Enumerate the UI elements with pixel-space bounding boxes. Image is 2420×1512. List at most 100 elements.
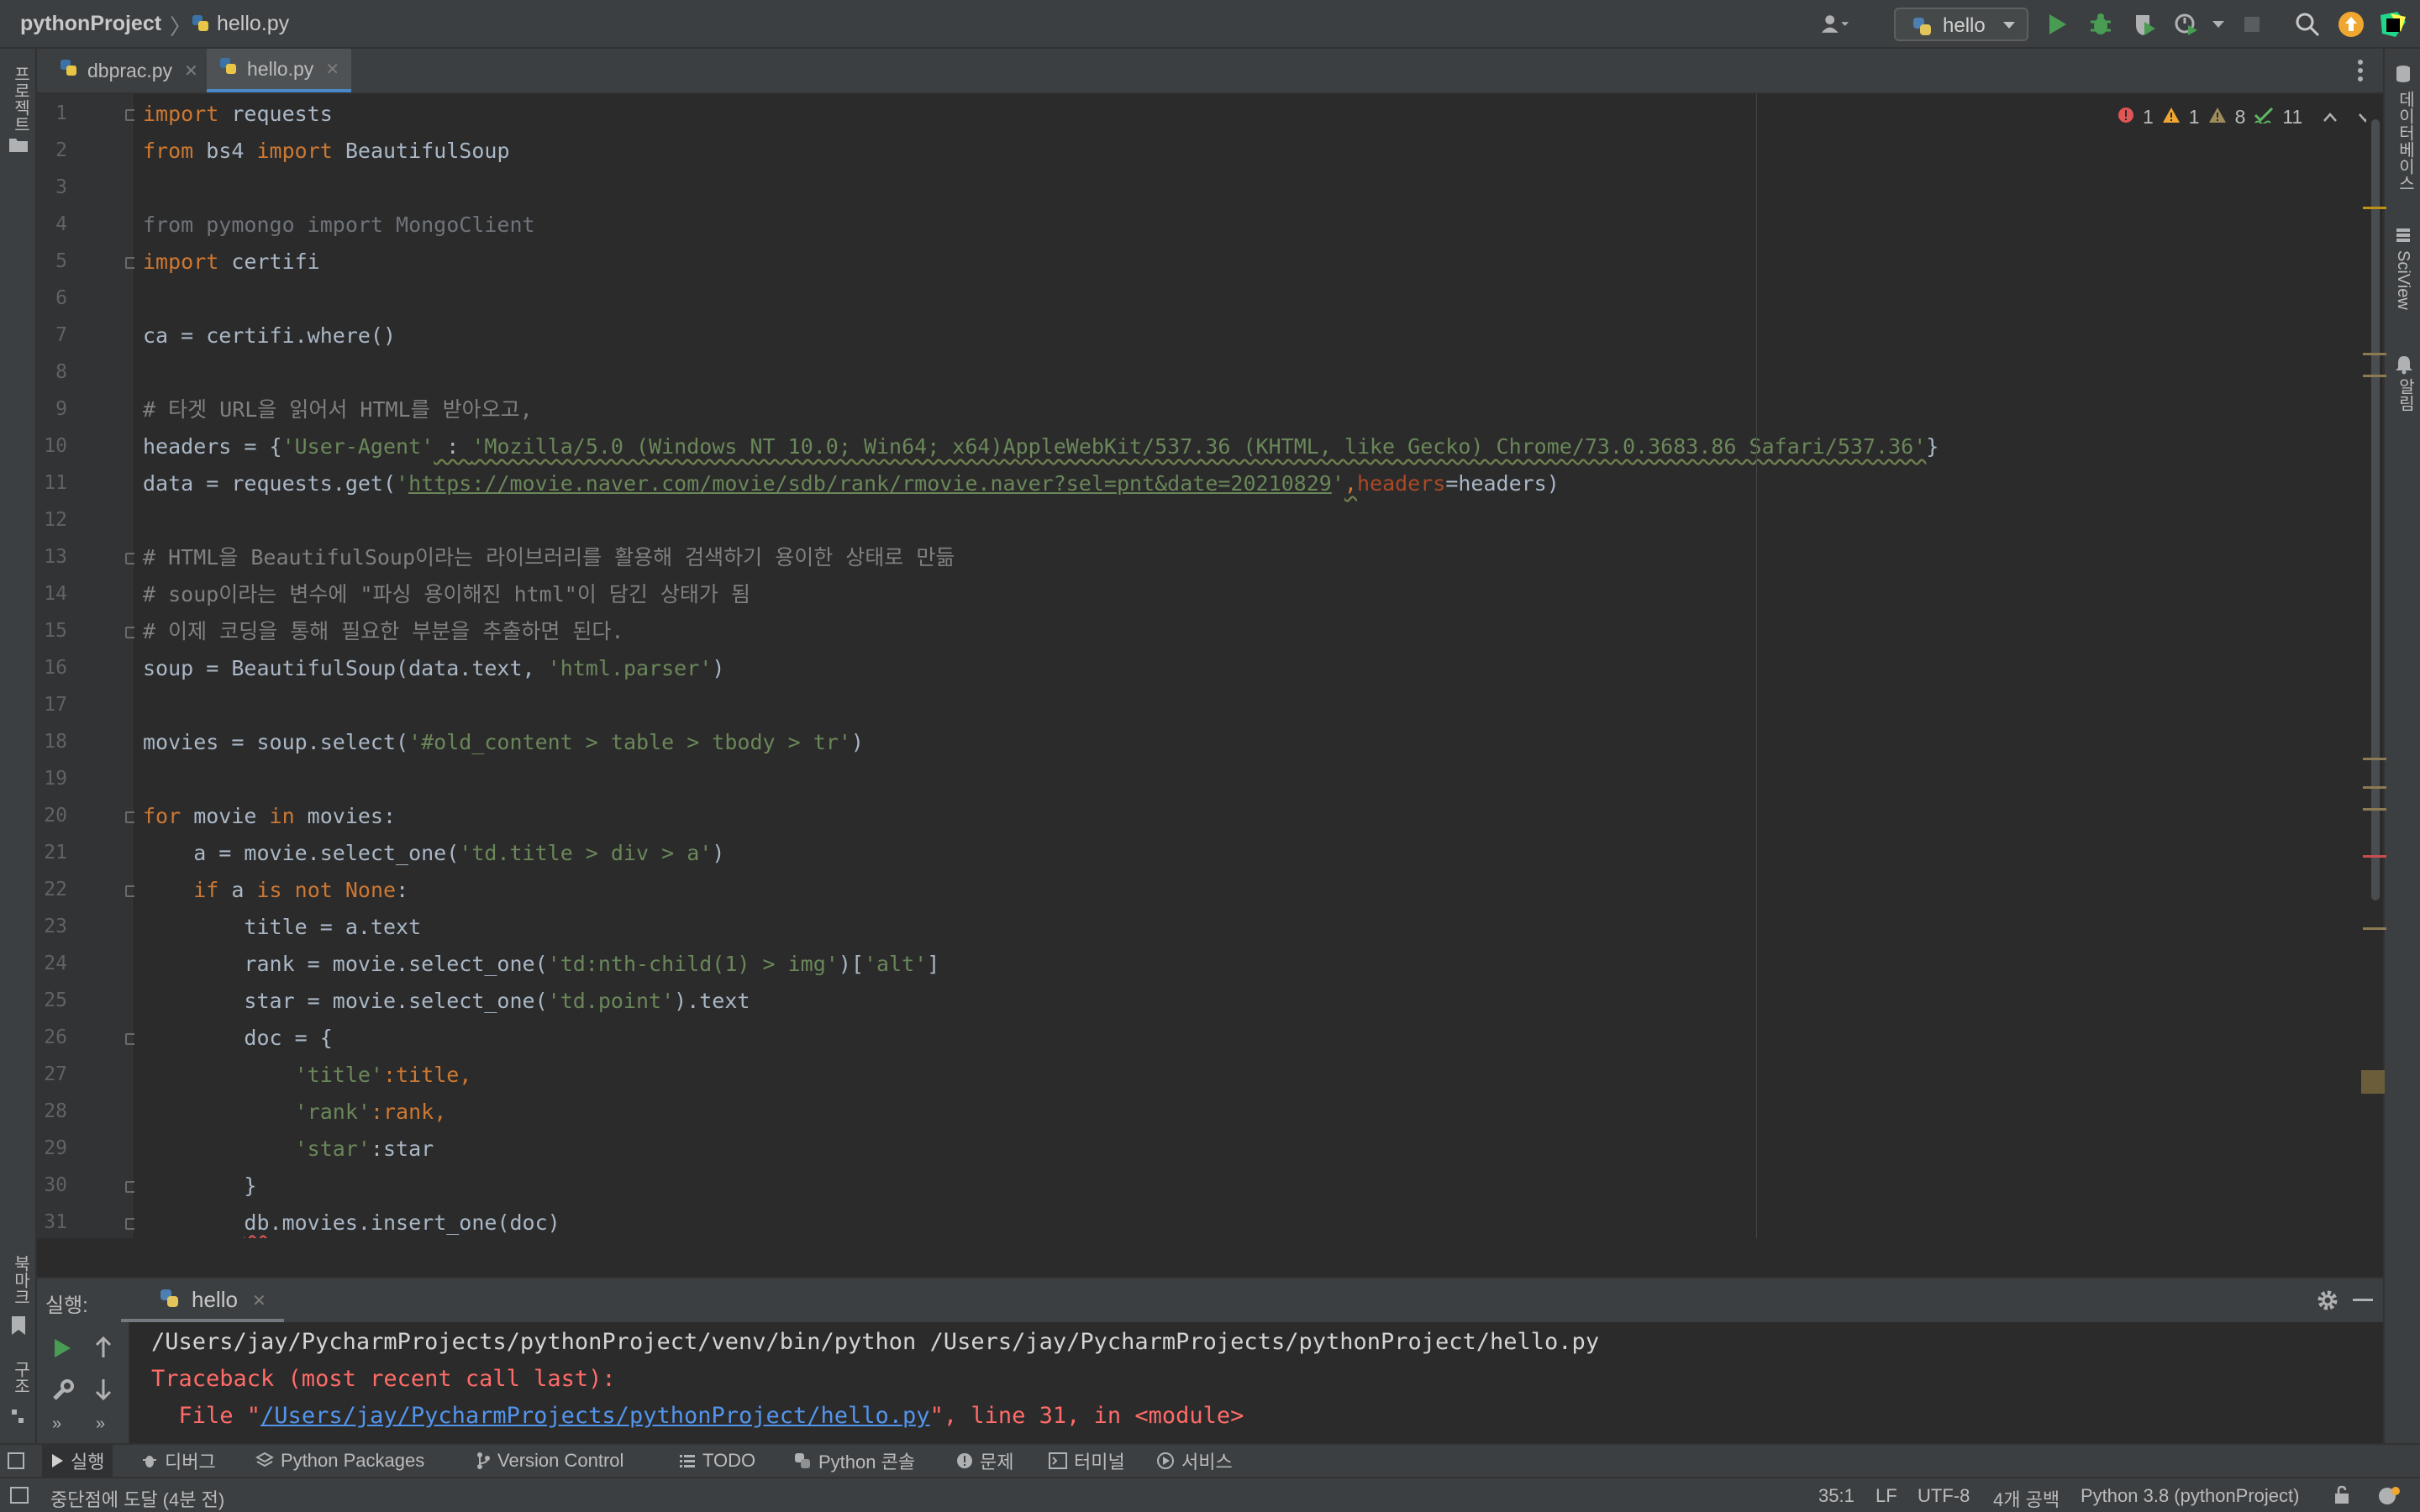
unresolved-reference: db bbox=[244, 1210, 270, 1235]
line-number: 14 bbox=[44, 583, 67, 605]
list-icon bbox=[680, 1455, 695, 1467]
scrollbar-thumb[interactable] bbox=[2371, 119, 2380, 900]
run-tab-hello[interactable]: hello ✕ bbox=[121, 1278, 284, 1322]
profile-icon[interactable] bbox=[2171, 9, 2202, 39]
code-text: :star bbox=[370, 1137, 434, 1161]
gear-icon[interactable] bbox=[2316, 1289, 2339, 1316]
line-number: 20 bbox=[44, 805, 67, 827]
python-interpreter[interactable]: Python 3.8 (pythonProject) bbox=[2081, 1485, 2299, 1507]
line-number: 21 bbox=[44, 842, 67, 864]
line-number: 3 bbox=[55, 176, 67, 198]
layers-icon bbox=[255, 1452, 274, 1467]
sciview-tool-button[interactable]: SciView bbox=[2393, 250, 2412, 310]
tool-tab-version-control[interactable]: Version Control bbox=[476, 1445, 623, 1477]
notifications-icon[interactable] bbox=[2376, 1485, 2402, 1511]
inspections-widget[interactable]: 1 1 8 11 bbox=[2118, 104, 2373, 129]
notifications-tool-button[interactable]: 알림 bbox=[2393, 378, 2417, 412]
structure-tool-button[interactable]: 구조 bbox=[8, 1361, 33, 1394]
weak-warning-icon bbox=[2208, 106, 2227, 129]
file-encoding[interactable]: UTF-8 bbox=[1918, 1485, 1970, 1507]
bookmark-icon bbox=[10, 1315, 27, 1340]
code-line-18: movies = soup.select('#old_content > tab… bbox=[143, 724, 864, 761]
warning-count: 1 bbox=[2188, 105, 2200, 128]
weak-warning-stripe-mark[interactable] bbox=[2363, 808, 2386, 811]
bookmarks-tool-button[interactable]: 북마크 bbox=[8, 1255, 33, 1305]
weak-warning-stripe-mark[interactable] bbox=[2363, 758, 2386, 760]
lock-icon[interactable] bbox=[2333, 1485, 2351, 1509]
code-line-11: data = requests.get('https://movie.naver… bbox=[143, 465, 1560, 502]
url-link[interactable]: https://movie.naver.com/movie/sdb/rank/r… bbox=[408, 471, 1332, 496]
arrow-down-icon[interactable] bbox=[94, 1378, 113, 1405]
close-icon[interactable]: ✕ bbox=[325, 59, 339, 80]
line-number: 25 bbox=[44, 990, 67, 1011]
code-editor[interactable]: import requests from bs4 import Beautifu… bbox=[134, 94, 2366, 1238]
indent-setting[interactable]: 4개 공백 bbox=[1993, 1485, 2060, 1512]
breadcrumb-file[interactable]: hello.py bbox=[217, 12, 289, 36]
close-icon[interactable]: ✕ bbox=[184, 60, 198, 81]
line-number: 16 bbox=[44, 657, 67, 679]
python-file-icon bbox=[59, 58, 79, 83]
weak-warning-stripe-mark[interactable] bbox=[2363, 353, 2386, 355]
typo-stripe-mark[interactable] bbox=[2361, 1070, 2385, 1094]
update-icon[interactable] bbox=[2336, 9, 2366, 39]
run-icon[interactable] bbox=[2042, 9, 2072, 39]
minimize-icon[interactable] bbox=[2353, 1299, 2373, 1301]
tool-tab-services[interactable]: 서비스 bbox=[1156, 1445, 1233, 1477]
debug-icon[interactable] bbox=[2086, 9, 2116, 39]
arrow-up-icon[interactable] bbox=[94, 1336, 113, 1363]
code-text: movies = soup.select( bbox=[143, 730, 409, 754]
tool-tab-todo[interactable]: TODO bbox=[679, 1445, 755, 1477]
breadcrumb-project[interactable]: pythonProject bbox=[20, 12, 161, 36]
more-options-icon[interactable] bbox=[2356, 59, 2365, 87]
project-tool-button[interactable]: 프로젝트 bbox=[8, 66, 33, 133]
line-number: 17 bbox=[44, 694, 67, 716]
expand-more-icon[interactable]: » bbox=[52, 1415, 61, 1434]
stop-icon[interactable] bbox=[2237, 9, 2267, 39]
status-message[interactable]: 중단점에 도달 (4분 전) bbox=[50, 1485, 224, 1512]
pycharm-logo-icon[interactable] bbox=[2378, 9, 2408, 39]
code-line-29: 'star':star bbox=[143, 1131, 434, 1168]
string-literal: 'alt' bbox=[863, 952, 928, 976]
weak-warning-stripe-mark[interactable] bbox=[2363, 375, 2386, 377]
caret-position[interactable]: 35:1 bbox=[1818, 1485, 1854, 1507]
expand-more-icon[interactable]: » bbox=[96, 1415, 105, 1434]
editor-scrollbar[interactable] bbox=[2366, 94, 2383, 1238]
keyword: is not None bbox=[256, 878, 397, 902]
warning-stripe-mark[interactable] bbox=[2363, 207, 2386, 209]
account-icon[interactable] bbox=[1820, 9, 1850, 39]
code-text: : bbox=[396, 878, 409, 902]
tool-tab-terminal[interactable]: 터미널 bbox=[1049, 1445, 1125, 1477]
chevron-up-icon[interactable] bbox=[2323, 106, 2338, 129]
run-with-coverage-icon[interactable] bbox=[2129, 9, 2160, 39]
line-number-gutter[interactable]: 1 2 3 4 5 6 7 8 9 10 11 12 13 14 15 16 1… bbox=[37, 94, 137, 1238]
error-stripe-mark[interactable] bbox=[2363, 855, 2386, 858]
panel-toggle-icon[interactable] bbox=[10, 1487, 29, 1508]
tab-hello[interactable]: hello.py ✕ bbox=[207, 49, 352, 92]
line-separator[interactable]: LF bbox=[1876, 1485, 1897, 1507]
weak-warning-stripe-mark[interactable] bbox=[2363, 927, 2386, 930]
more-run-options-chevron-icon[interactable] bbox=[2203, 9, 2233, 39]
traceback-file-link[interactable]: /Users/jay/PycharmProjects/pythonProject… bbox=[260, 1403, 930, 1429]
rerun-icon[interactable] bbox=[52, 1337, 72, 1363]
database-tool-button[interactable]: 데이터베이스 bbox=[2393, 91, 2417, 192]
wrench-icon[interactable] bbox=[52, 1379, 74, 1405]
tab-dbprac[interactable]: dbprac.py ✕ bbox=[49, 49, 208, 92]
search-icon[interactable] bbox=[2292, 9, 2323, 39]
tool-tab-run[interactable]: 실행 bbox=[42, 1445, 113, 1477]
layout-toggle-icon[interactable] bbox=[7, 1452, 25, 1474]
run-configuration-selector[interactable]: hello bbox=[1894, 8, 2028, 41]
close-icon[interactable]: ✕ bbox=[252, 1290, 266, 1311]
tool-tab-label: 터미널 bbox=[1074, 1452, 1125, 1473]
tool-tab-debug[interactable]: 디버그 bbox=[141, 1445, 216, 1477]
string-literal: ' bbox=[1331, 471, 1344, 496]
run-toolbar: » » bbox=[37, 1322, 129, 1443]
tool-tab-label: TODO bbox=[702, 1450, 756, 1471]
weak-warning-stripe-mark[interactable] bbox=[2363, 786, 2386, 789]
structure-icon bbox=[10, 1408, 27, 1429]
tool-tab-python-packages[interactable]: Python Packages bbox=[255, 1445, 424, 1477]
tool-tab-python-console[interactable]: Python 콘솔 bbox=[793, 1445, 915, 1477]
problems-icon bbox=[957, 1453, 972, 1468]
tool-tab-problems[interactable]: 문제 bbox=[956, 1445, 1013, 1477]
run-configuration-label: hello bbox=[1943, 14, 1986, 37]
run-console-output[interactable]: /Users/jay/PycharmProjects/pythonProject… bbox=[37, 1322, 2383, 1443]
